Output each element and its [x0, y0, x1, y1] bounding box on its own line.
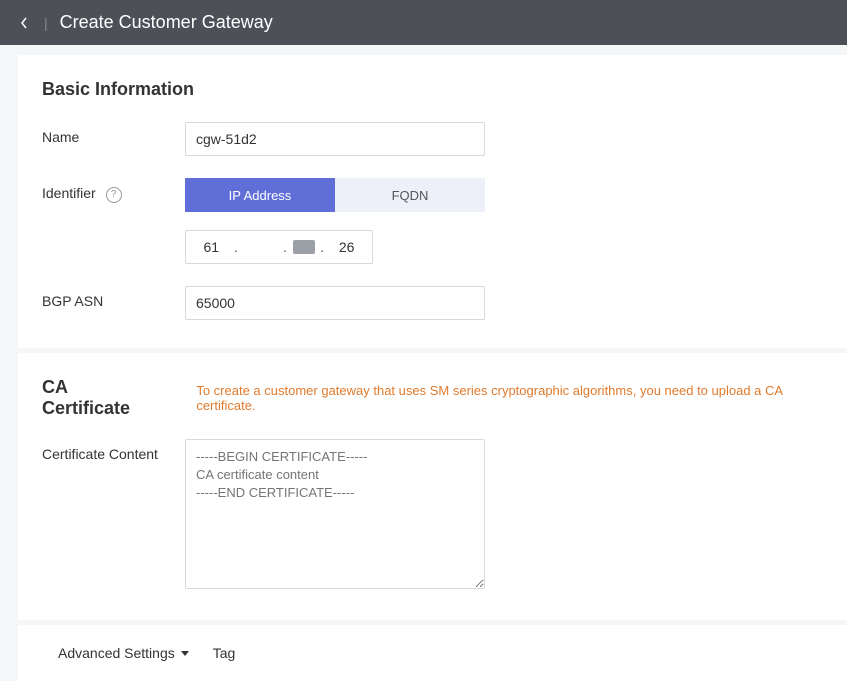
ca-certificate-section: CA Certificate To create a customer gate… — [18, 353, 847, 620]
ip-dot: . — [282, 239, 288, 255]
identifier-label: Identifier ? — [42, 178, 185, 204]
identifier-toggle: IP Address FQDN — [185, 178, 485, 212]
identifier-label-text: Identifier — [42, 185, 96, 201]
section-title-cert: CA Certificate — [42, 377, 156, 419]
chevron-down-icon — [181, 651, 189, 656]
back-button[interactable] — [16, 15, 32, 31]
bgp-asn-input[interactable] — [185, 286, 485, 320]
name-label: Name — [42, 122, 185, 145]
cert-content-textarea[interactable] — [185, 439, 485, 589]
section-title-basic: Basic Information — [42, 79, 823, 100]
ip-octet-1[interactable] — [194, 239, 228, 255]
header-divider: | — [42, 15, 50, 31]
page-header: | Create Customer Gateway — [0, 0, 847, 45]
advanced-settings-tag: Tag — [213, 645, 236, 661]
bgp-asn-label: BGP ASN — [42, 286, 185, 309]
ip-dot: . — [233, 239, 239, 255]
basic-information-section: Basic Information Name Identifier ? IP A… — [18, 55, 847, 348]
ip-octet-3-masked[interactable] — [293, 240, 315, 254]
advanced-settings-toggle[interactable]: Advanced Settings — [58, 645, 189, 661]
cert-content-label: Certificate Content — [42, 439, 185, 462]
ip-address-input: . . . — [185, 230, 373, 264]
ip-octet-2[interactable] — [243, 239, 277, 255]
identifier-option-fqdn[interactable]: FQDN — [335, 178, 485, 212]
advanced-settings-label: Advanced Settings — [58, 645, 175, 661]
ip-octet-4[interactable] — [330, 239, 364, 255]
identifier-option-ip[interactable]: IP Address — [185, 178, 335, 212]
ip-dot: . — [319, 239, 325, 255]
page-title: Create Customer Gateway — [60, 12, 273, 33]
cert-note: To create a customer gateway that uses S… — [196, 383, 823, 413]
advanced-settings-section: Advanced Settings Tag — [18, 625, 847, 681]
help-icon[interactable]: ? — [106, 187, 122, 203]
chevron-left-icon — [19, 16, 29, 30]
name-input[interactable] — [185, 122, 485, 156]
